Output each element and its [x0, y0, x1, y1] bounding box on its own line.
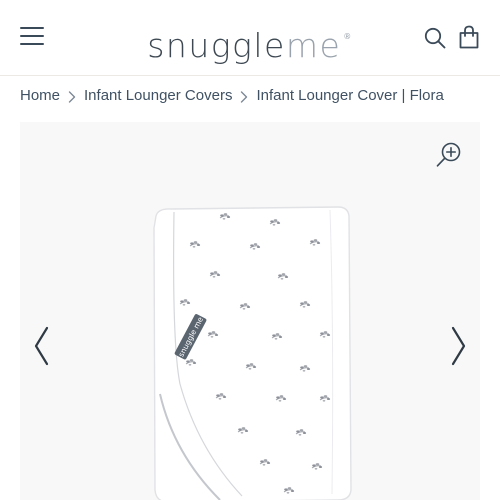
registered-mark: ®	[343, 32, 353, 41]
logo-text-primary: snuggle	[147, 26, 286, 65]
logo-text-secondary: me	[285, 26, 342, 65]
chevron-right-icon[interactable]	[446, 322, 470, 370]
breadcrumb-current: Infant Lounger Cover | Flora	[256, 87, 444, 104]
breadcrumb: Home Infant Lounger Covers Infant Lounge…	[20, 85, 444, 107]
search-icon[interactable]	[424, 27, 446, 49]
product-gallery: snuggle me	[20, 122, 480, 500]
chevron-right-icon	[64, 85, 80, 107]
breadcrumb-category[interactable]: Infant Lounger Covers	[84, 85, 232, 107]
zoom-in-icon[interactable]	[435, 141, 463, 169]
shopping-bag-icon[interactable]	[458, 25, 480, 49]
chevron-left-icon[interactable]	[30, 322, 54, 370]
chevron-right-icon	[236, 85, 252, 107]
site-header: snuggleme ®	[0, 0, 500, 76]
breadcrumb-home[interactable]: Home	[20, 85, 60, 107]
product-image[interactable]: snuggle me	[150, 204, 356, 500]
